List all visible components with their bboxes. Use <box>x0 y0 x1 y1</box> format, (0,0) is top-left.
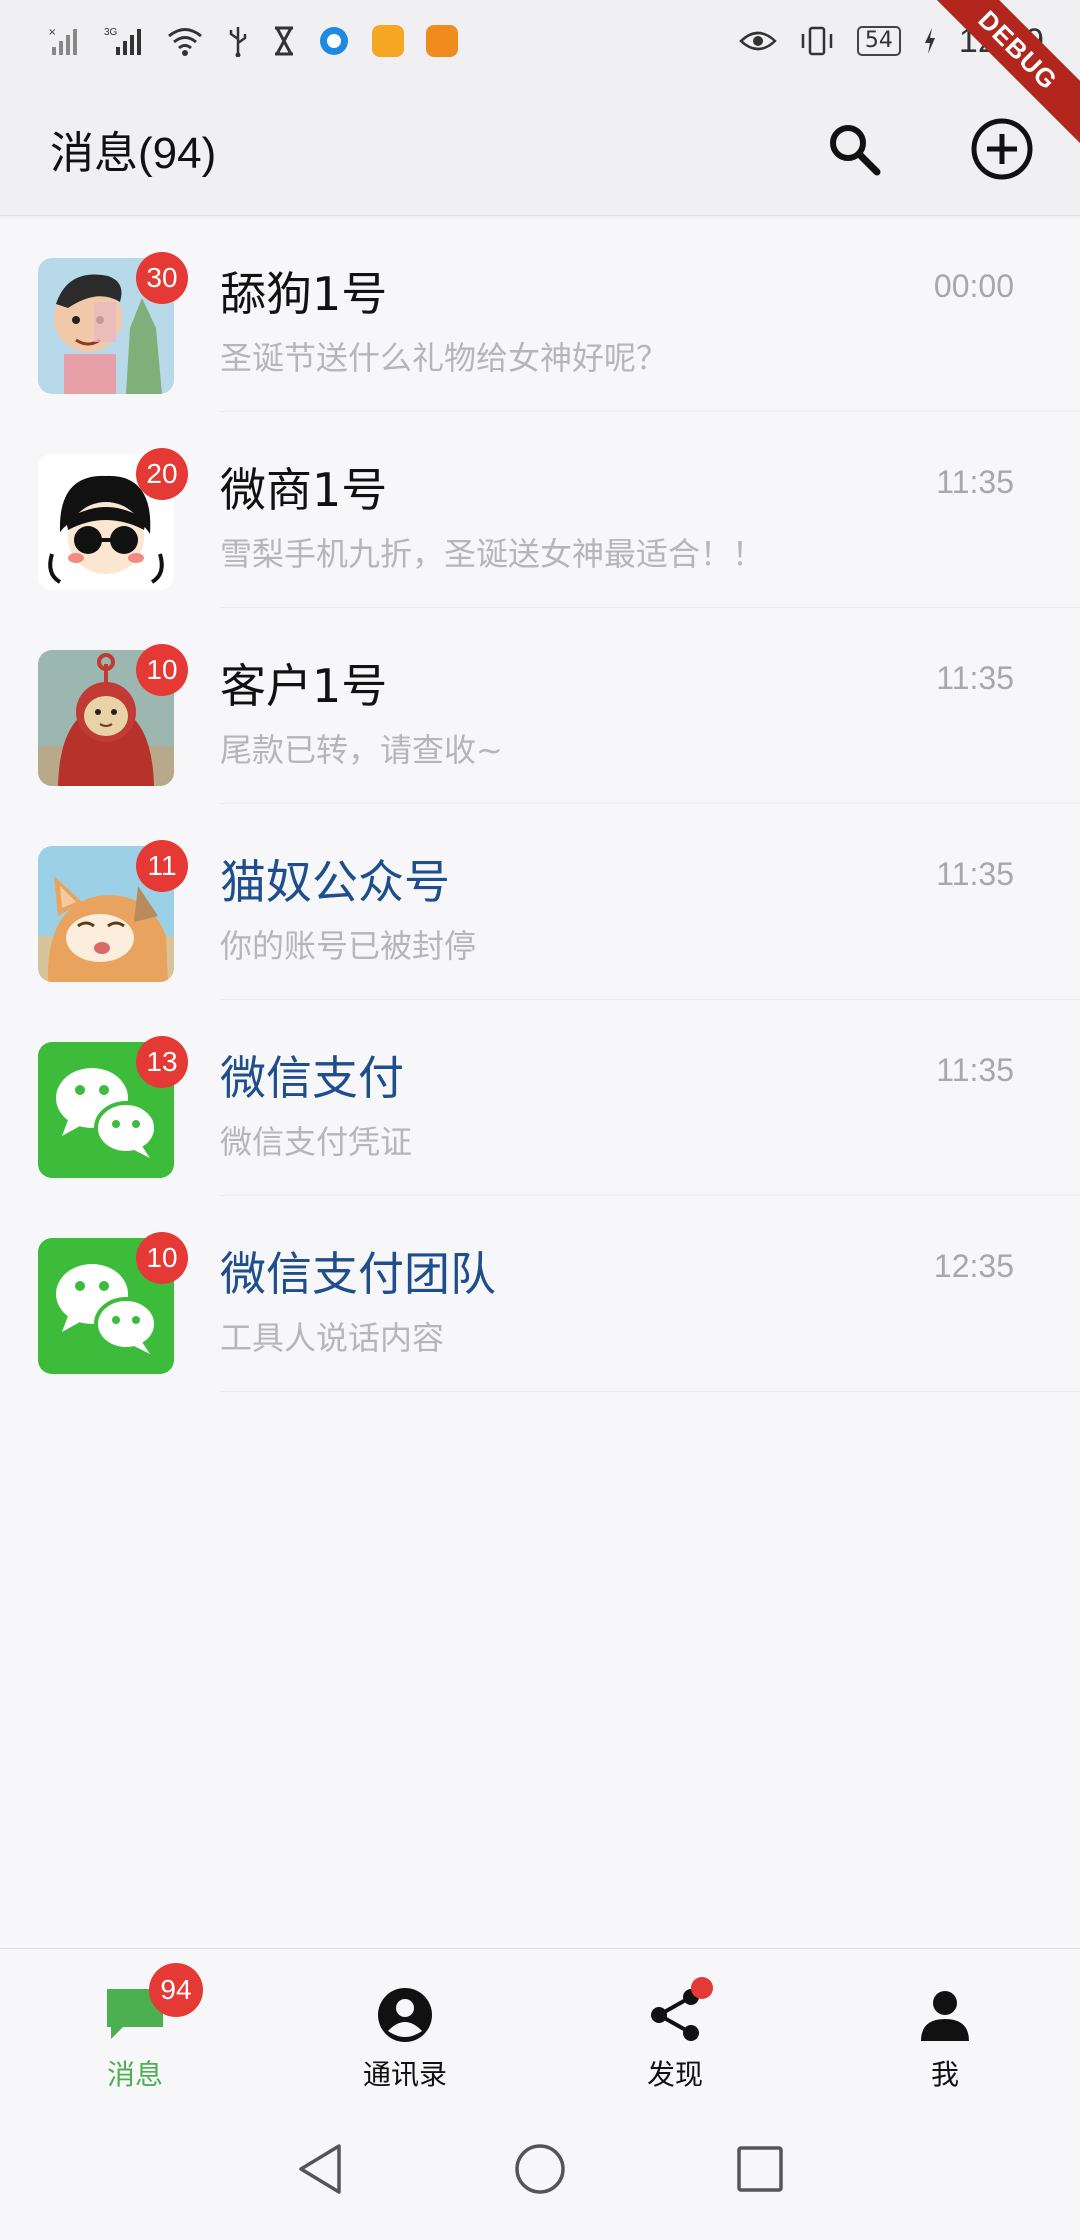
nav-item-contacts[interactable]: 通讯录 <box>270 1949 540 2098</box>
chat-bubble-icon: 94 <box>103 1963 203 2047</box>
chat-preview: 工具人说话内容 <box>220 1319 445 1357</box>
chat-item[interactable]: 10 客户1号 尾款已转，请查收~ 11:35 <box>0 608 1080 804</box>
vibrate-icon <box>799 25 835 57</box>
app-bar-actions <box>820 115 1036 183</box>
chat-preview: 圣诞节送什么礼物给女神好呢？ <box>220 339 669 377</box>
nav-item-discover[interactable]: 发现 <box>540 1949 810 2098</box>
chat-item[interactable]: 13 微信支付 微信支付凭证 11:35 <box>0 1000 1080 1196</box>
status-left-icons: × 3G <box>48 25 458 57</box>
chat-time: 11:35 <box>936 856 1014 892</box>
chat-time: 11:35 <box>936 1052 1014 1088</box>
recents-icon <box>737 2146 783 2192</box>
battery-icon: 54 <box>856 26 901 56</box>
chat-preview: 你的账号已被封停 <box>220 927 477 965</box>
chat-preview: 微信支付凭证 <box>220 1123 413 1161</box>
chat-item[interactable]: 20 微商1号 雪梨手机九折，圣诞送女神最适合！！ 11:35 <box>0 412 1080 608</box>
person-icon <box>913 1983 977 2047</box>
app-bar: 消息(94) <box>0 82 1080 216</box>
chat-list: 30 舔狗1号 圣诞节送什么礼物给女神好呢？ 00:00 20 微商1号 雪梨手… <box>0 216 1080 1392</box>
bottom-nav: 94 消息 通讯录 发现 我 <box>0 1948 1080 2098</box>
chat-time: 12:35 <box>933 1248 1014 1284</box>
avatar-wrap: 10 <box>38 1232 188 1374</box>
wifi-icon <box>166 25 204 57</box>
charging-icon <box>923 27 937 55</box>
unread-badge: 13 <box>136 1036 188 1088</box>
avatar-wrap: 11 <box>38 840 188 982</box>
unread-badge: 10 <box>136 1232 188 1284</box>
recents-button[interactable] <box>730 2139 790 2199</box>
back-icon <box>299 2144 341 2194</box>
unread-badge: 11 <box>136 840 188 892</box>
nav-label: 发现 <box>646 2058 703 2091</box>
nav-item-me[interactable]: 我 <box>810 1949 1080 2098</box>
chat-item[interactable]: 30 舔狗1号 圣诞节送什么礼物给女神好呢？ 00:00 <box>0 216 1080 412</box>
share-icon <box>643 1977 713 2047</box>
eye-icon <box>739 27 777 55</box>
avatar-wrap: 20 <box>38 448 188 590</box>
svg-text:3G: 3G <box>104 27 118 38</box>
contacts-icon <box>373 1983 437 2047</box>
chat-time: 00:00 <box>933 268 1014 304</box>
chat-time: 11:35 <box>936 660 1014 696</box>
unread-badge: 20 <box>136 448 188 500</box>
chat-item[interactable]: 11 猫奴公众号 你的账号已被封停 11:35 <box>0 804 1080 1000</box>
home-icon <box>515 2144 565 2194</box>
signal-x-icon: × <box>48 25 82 57</box>
add-circle-icon <box>971 118 1033 179</box>
app-icon-orange <box>426 25 458 57</box>
add-button[interactable] <box>968 115 1036 183</box>
home-button[interactable] <box>510 2139 570 2199</box>
search-button[interactable] <box>820 115 888 183</box>
browser-icon <box>318 25 350 57</box>
chat-time: 11:35 <box>936 464 1014 500</box>
page-title: 消息(94) <box>50 128 217 178</box>
search-icon <box>830 124 881 175</box>
chat-item[interactable]: 10 微信支付团队 工具人说话内容 12:35 <box>0 1196 1080 1392</box>
hourglass-icon <box>272 25 296 57</box>
nav-label: 通讯录 <box>362 2058 447 2091</box>
system-nav <box>0 2098 1080 2240</box>
status-bar: × 3G 54 12:59 <box>0 0 1080 82</box>
nav-item-messages[interactable]: 94 消息 <box>0 1949 270 2098</box>
avatar-wrap: 30 <box>38 252 188 394</box>
nav-label: 我 <box>930 2058 959 2091</box>
back-button[interactable] <box>290 2139 350 2199</box>
avatar-wrap: 13 <box>38 1036 188 1178</box>
chat-preview: 雪梨手机九折，圣诞送女神最适合！！ <box>220 535 765 573</box>
unread-badge: 10 <box>136 644 188 696</box>
svg-text:×: × <box>48 27 56 38</box>
nav-label: 消息 <box>106 2058 163 2091</box>
unread-badge: 30 <box>136 252 188 304</box>
app-icon-yellow <box>372 25 404 57</box>
signal-3g-icon: 3G <box>104 25 144 57</box>
usb-icon <box>226 25 250 57</box>
chat-preview: 尾款已转，请查收~ <box>220 731 503 769</box>
notification-dot <box>691 1977 713 1999</box>
avatar-wrap: 10 <box>38 644 188 786</box>
nav-badge: 94 <box>149 1963 203 2017</box>
